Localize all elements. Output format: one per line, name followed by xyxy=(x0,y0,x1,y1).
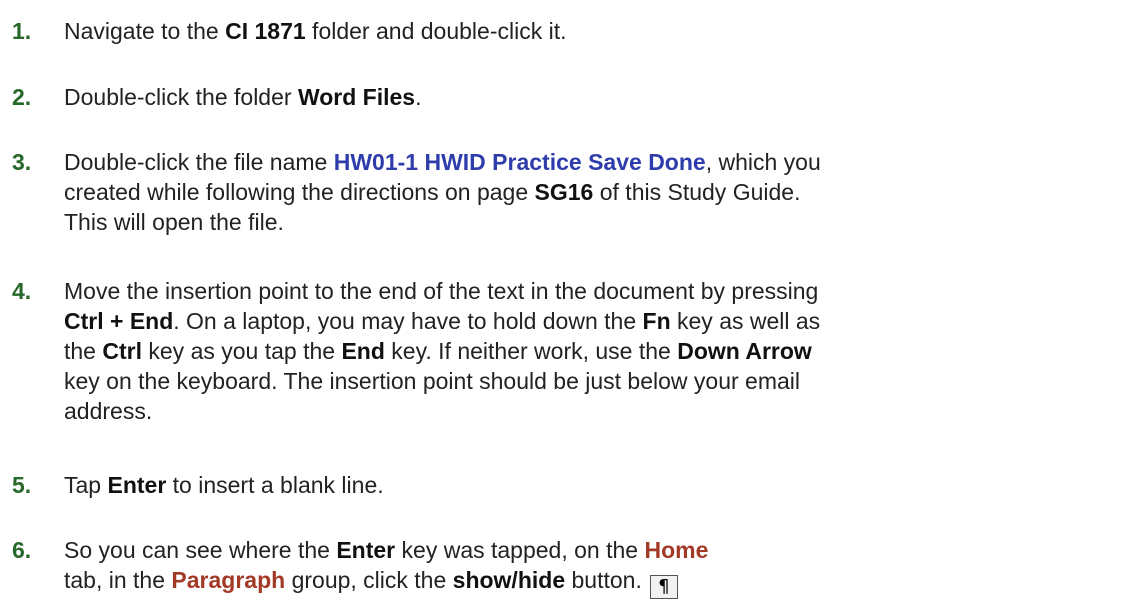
text-run: . xyxy=(415,84,422,110)
pilcrow-icon: ¶ xyxy=(649,575,678,599)
text-run: of this Study Guide. xyxy=(593,179,801,205)
text-line: Ctrl + End. On a laptop, you may have to… xyxy=(64,306,1124,336)
bold-term: CI 1871 xyxy=(225,18,306,44)
text-run: address. xyxy=(64,398,153,424)
ribbon-reference: Home xyxy=(644,537,709,563)
text-run: This will open the file. xyxy=(64,209,284,235)
text-run: So you can see where the xyxy=(64,537,337,563)
bold-term: Enter xyxy=(107,472,167,498)
text-run: the xyxy=(64,338,103,364)
step-text: Navigate to the CI 1871 folder and doubl… xyxy=(64,16,1124,46)
step-number: 5. xyxy=(12,472,32,498)
text-line: So you can see where the Enter key was t… xyxy=(64,535,1124,565)
text-line: key on the keyboard. The insertion point… xyxy=(64,366,1124,396)
bold-term: SG16 xyxy=(534,179,594,205)
text-run: Navigate to the xyxy=(64,18,226,44)
bold-term: Ctrl + End xyxy=(64,308,174,334)
text-line: tab, in the Paragraph group, click the s… xyxy=(64,565,1124,599)
step-text: Double-click the file name HW01-1 HWID P… xyxy=(64,147,1124,237)
text-run: button. xyxy=(565,567,642,593)
bold-term: End xyxy=(341,338,385,364)
text-line: Navigate to the CI 1871 folder and doubl… xyxy=(64,16,1124,46)
text-run: key on the keyboard. The insertion point… xyxy=(64,368,801,394)
bold-term: Ctrl xyxy=(102,338,142,364)
text-line: Double-click the folder Word Files. xyxy=(64,82,1124,112)
text-run: to insert a blank line. xyxy=(166,472,384,498)
text-line: Tap Enter to insert a blank line. xyxy=(64,470,1124,500)
text-run: key. If neither work, use the xyxy=(384,338,678,364)
text-run: created while following the directions o… xyxy=(64,179,535,205)
text-run: Double-click the file name xyxy=(64,149,334,175)
step-text: Double-click the folder Word Files. xyxy=(64,82,1124,112)
text-line: created while following the directions o… xyxy=(64,177,1124,207)
text-line: Double-click the file name HW01-1 HWID P… xyxy=(64,147,1124,177)
text-line: Move the insertion point to the end of t… xyxy=(64,276,1124,306)
text-line: address. xyxy=(64,396,1124,426)
text-run: Move the insertion point to the end of t… xyxy=(64,278,819,304)
bold-term: Fn xyxy=(642,308,671,334)
step-number: 3. xyxy=(12,149,32,175)
text-run: key as well as xyxy=(670,308,821,334)
bold-term: Down Arrow xyxy=(677,338,812,364)
text-run: , which you xyxy=(705,149,821,175)
file-name: HW01-1 HWID Practice Save Done xyxy=(333,149,706,175)
step-number: 1. xyxy=(12,18,32,44)
text-line: This will open the file. xyxy=(64,207,1124,237)
text-line: the Ctrl key as you tap the End key. If … xyxy=(64,336,1124,366)
step-text: So you can see where the Enter key was t… xyxy=(64,535,1124,599)
text-run: . On a laptop, you may have to hold down… xyxy=(173,308,643,334)
text-run: Double-click the folder xyxy=(64,84,298,110)
step-text: Tap Enter to insert a blank line. xyxy=(64,470,1124,500)
text-run: group, click the xyxy=(285,567,453,593)
ribbon-reference: Paragraph xyxy=(171,567,286,593)
bold-term: show/hide xyxy=(452,567,566,593)
text-run: key as you tap the xyxy=(142,338,342,364)
text-run: key was tapped, on the xyxy=(395,537,645,563)
step-number: 2. xyxy=(12,84,32,110)
step-text: Move the insertion point to the end of t… xyxy=(64,276,1124,426)
text-run: folder and double-click it. xyxy=(305,18,567,44)
bold-term: Enter xyxy=(336,537,396,563)
text-run: tab, in the xyxy=(64,567,172,593)
step-number: 6. xyxy=(12,537,32,563)
text-run: Tap xyxy=(64,472,108,498)
step-number: 4. xyxy=(12,278,32,304)
bold-term: Word Files xyxy=(297,84,416,110)
